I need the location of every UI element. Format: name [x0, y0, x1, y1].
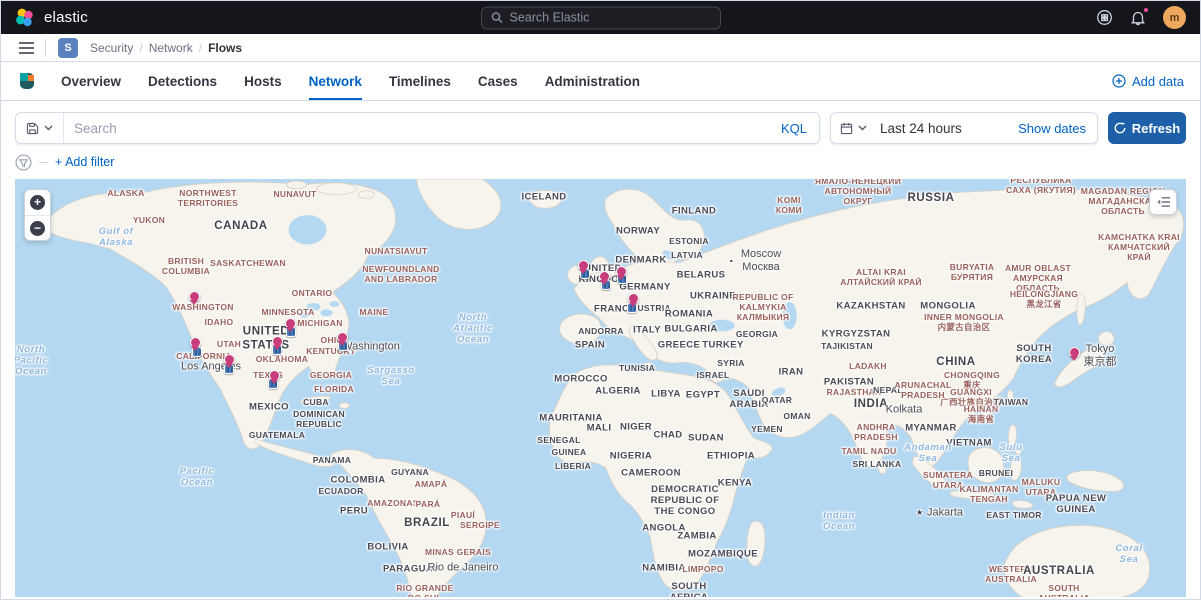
breadcrumb: Security / Network / Flows — [90, 41, 242, 55]
menu-hamburger-icon[interactable] — [7, 34, 45, 61]
legend-icon — [1156, 195, 1171, 209]
kql-search-bar: Search KQL — [15, 112, 820, 144]
user-avatar[interactable]: m — [1163, 6, 1186, 29]
map-pin-marker[interactable] — [1069, 347, 1080, 358]
calendar-icon — [840, 122, 853, 135]
tab-list: Overview Detections Hosts Network Timelines C… — [61, 62, 640, 100]
date-picker: Last 24 hours Show dates — [830, 112, 1098, 144]
tab-detections[interactable]: Detections — [148, 62, 217, 100]
map-pin-marker[interactable] — [189, 291, 200, 302]
tab-administration[interactable]: Administration — [545, 62, 640, 100]
time-range-value[interactable]: Last 24 hours — [876, 121, 1018, 136]
refresh-button[interactable]: Refresh — [1108, 112, 1186, 144]
app-window: elastic Search Elastic m — [0, 0, 1201, 600]
divider — [39, 162, 48, 163]
flows-world-map[interactable]: ALASKAYUKONNORTHWESTTERRITORIESNUNAVUTCA… — [15, 179, 1186, 597]
divider — [45, 39, 46, 57]
map-pin-marker[interactable] — [599, 271, 610, 282]
cloud-deployment-icon[interactable] — [1096, 9, 1113, 26]
zoom-out-button[interactable]: − — [25, 215, 50, 240]
map-zoom-control: + − — [24, 189, 51, 241]
security-solution-icon — [17, 71, 37, 91]
map-legend-toggle-button[interactable] — [1149, 189, 1177, 215]
zoom-in-button[interactable]: + — [25, 190, 50, 215]
tab-network[interactable]: Network — [309, 62, 362, 100]
map-pin-marker[interactable] — [272, 336, 283, 347]
tab-hosts[interactable]: Hosts — [244, 62, 282, 100]
add-data-button[interactable]: Add data — [1112, 74, 1184, 89]
map-pin-marker[interactable] — [337, 332, 348, 343]
search-icon — [491, 12, 503, 24]
show-dates-button[interactable]: Show dates — [1018, 121, 1097, 136]
tab-timelines[interactable]: Timelines — [389, 62, 451, 100]
save-icon — [26, 122, 39, 135]
brand-name: elastic — [44, 9, 88, 26]
global-search-input[interactable]: Search Elastic — [481, 6, 721, 29]
world-basemap — [15, 179, 1186, 597]
global-header: elastic Search Elastic m — [1, 1, 1200, 34]
chevron-down-icon — [858, 125, 867, 131]
breadcrumb-security[interactable]: Security — [90, 41, 133, 55]
breadcrumb-bar: S Security / Network / Flows — [1, 34, 1200, 62]
map-pin-marker[interactable] — [224, 354, 235, 365]
query-language-button[interactable]: KQL — [769, 121, 819, 136]
notification-badge — [1142, 6, 1150, 14]
plus-circle-icon — [1112, 74, 1126, 88]
kql-search-input[interactable]: Search — [64, 121, 769, 136]
refresh-icon — [1114, 122, 1126, 134]
breadcrumb-network[interactable]: Network — [149, 41, 193, 55]
map-pin-marker[interactable] — [269, 370, 280, 381]
map-pin-marker[interactable] — [628, 293, 639, 304]
map-pin-marker[interactable] — [578, 260, 589, 271]
elastic-logo-icon — [15, 8, 35, 28]
add-filter-button[interactable]: + Add filter — [55, 155, 114, 169]
query-bar: Search KQL Last 24 hours Show dates Refr… — [15, 112, 1186, 144]
saved-query-menu-button[interactable] — [16, 113, 64, 143]
date-quick-select-button[interactable] — [831, 113, 876, 143]
global-search-placeholder: Search Elastic — [510, 11, 590, 25]
breadcrumb-flows: Flows — [208, 41, 242, 55]
map-pin-marker[interactable] — [285, 318, 296, 329]
map-pin-marker[interactable] — [190, 337, 201, 348]
filter-bar: + Add filter — [15, 151, 1186, 173]
filter-icon[interactable] — [15, 154, 32, 171]
chevron-down-icon — [44, 125, 53, 131]
map-pin-marker[interactable] — [616, 266, 627, 277]
notifications-bell-icon[interactable] — [1130, 10, 1146, 26]
tab-cases[interactable]: Cases — [478, 62, 518, 100]
tab-overview[interactable]: Overview — [61, 62, 121, 100]
elastic-brand[interactable]: elastic — [15, 8, 88, 28]
space-badge[interactable]: S — [58, 38, 78, 58]
security-nav: Overview Detections Hosts Network Timelines C… — [1, 62, 1200, 101]
